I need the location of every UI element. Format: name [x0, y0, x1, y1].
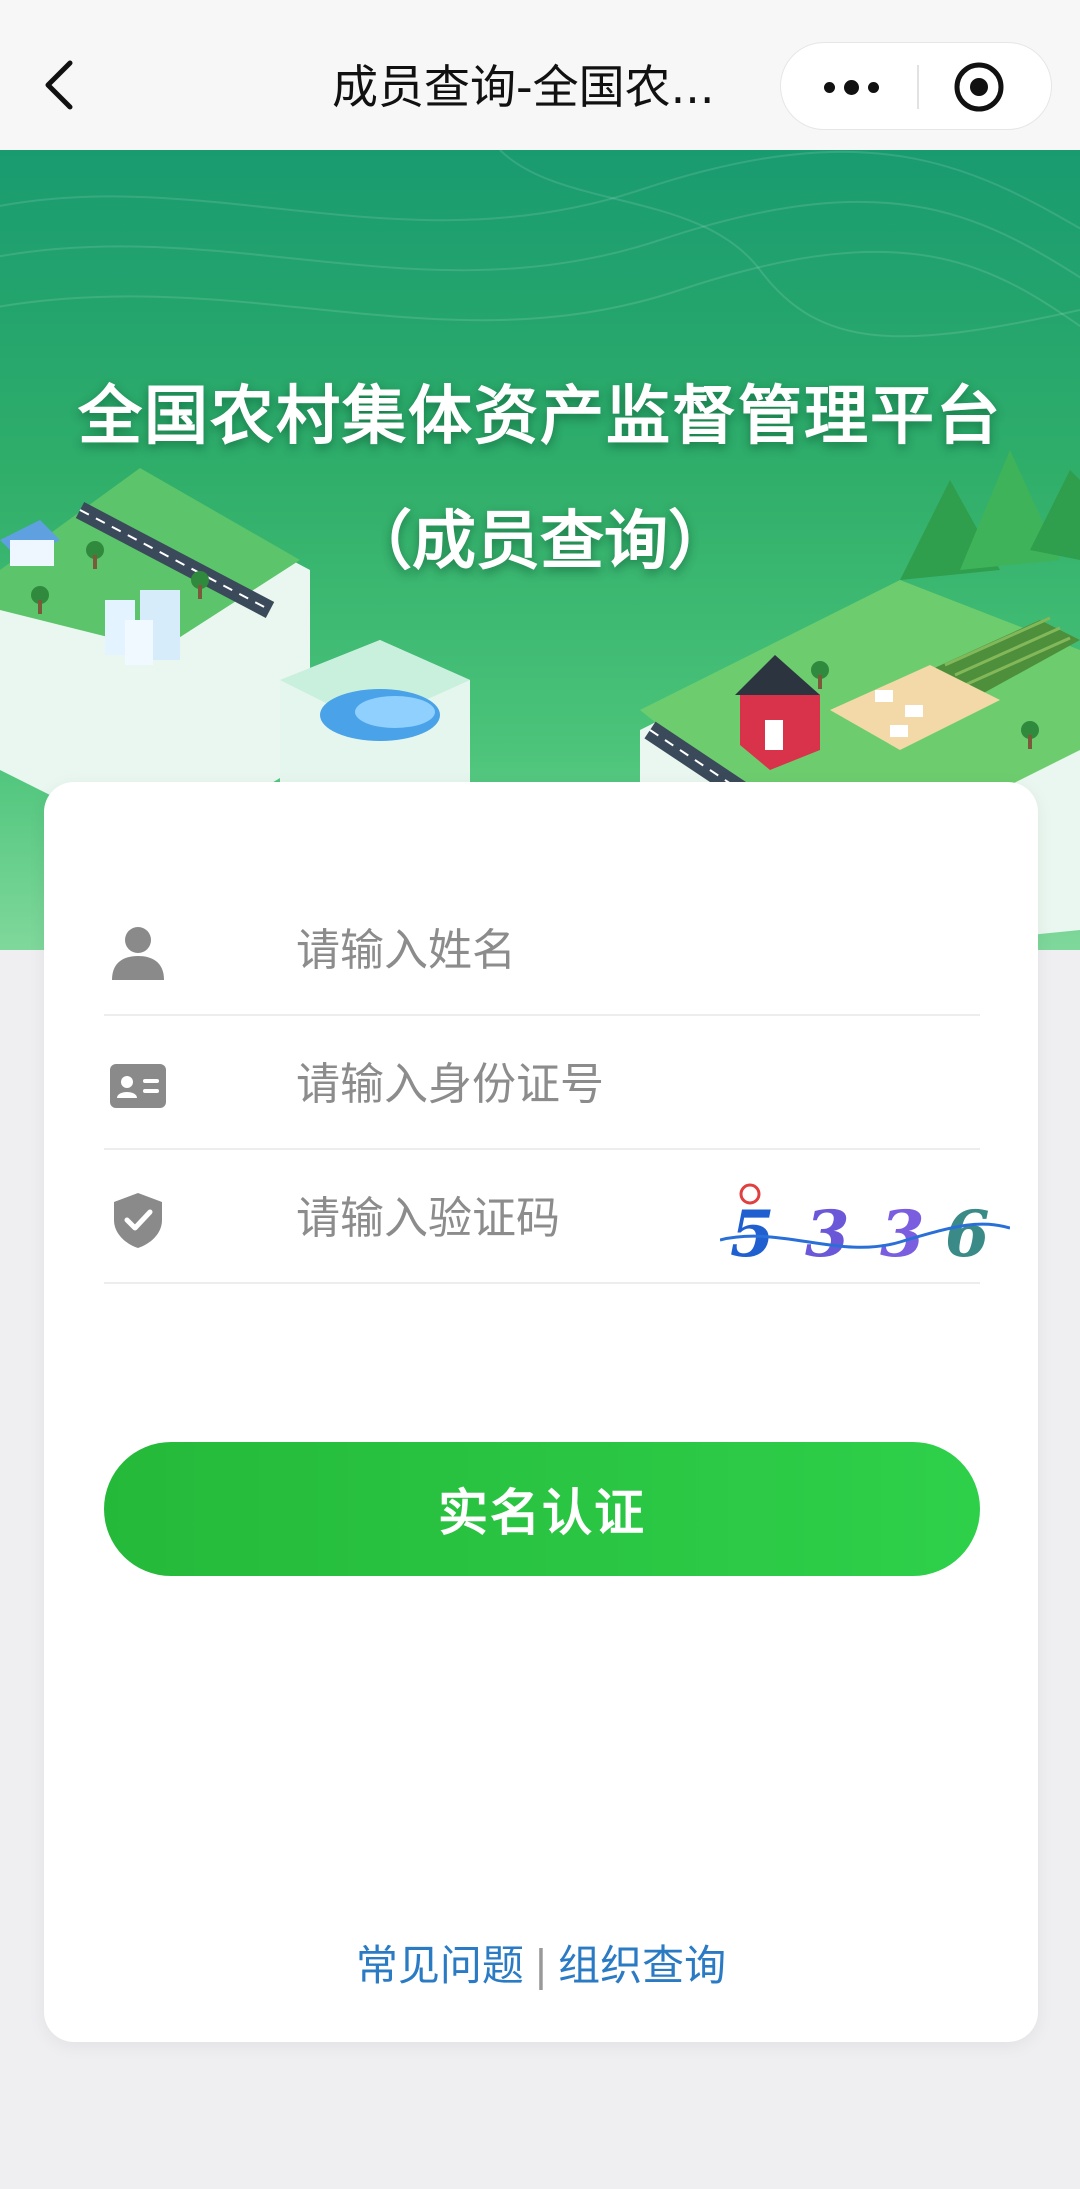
name-input[interactable]	[294, 912, 778, 988]
more-button[interactable]	[811, 43, 891, 131]
captcha-digit-2: 3	[805, 1197, 850, 1272]
verify-button[interactable]: 实名认证	[104, 1442, 980, 1576]
captcha-input[interactable]	[294, 1180, 698, 1256]
faq-link[interactable]: 常见问题	[356, 1941, 524, 1990]
link-separator: |	[533, 1941, 549, 1990]
back-button[interactable]	[30, 45, 90, 125]
captcha-image[interactable]: 5 3 3 6	[720, 1170, 1010, 1280]
navigation-bar: 成员查询-全国农...	[0, 0, 1080, 150]
page-title: 成员查询-全国农...	[332, 60, 715, 114]
more-dots-icon-center	[843, 79, 859, 95]
org-query-link[interactable]: 组织查询	[558, 1941, 726, 1990]
name-field-row	[104, 882, 980, 1016]
shield-check-icon	[114, 1193, 162, 1248]
target-circle-icon[interactable]	[953, 61, 1005, 113]
hero-subtitle: （成员查询）	[348, 505, 732, 579]
footer-links: 常见问题 | 组织查询	[44, 1932, 1038, 1993]
more-dots-icon-right	[867, 81, 879, 93]
captcha-digit-3: 3	[880, 1197, 925, 1272]
user-icon	[112, 927, 164, 980]
login-card: 5 3 3 6 实名认证 常见问题|组织查询	[44, 782, 1038, 2042]
menu-capsule	[780, 42, 1052, 130]
id-card-icon	[110, 1064, 166, 1108]
hero-title: 全国农村集体资产监督管理平台	[78, 380, 1002, 454]
id-field-row	[104, 1016, 980, 1150]
id-number-input[interactable]	[294, 1046, 778, 1122]
chevron-left-icon	[45, 60, 73, 110]
captcha-digit-1: 5	[730, 1197, 775, 1272]
more-dots-icon	[823, 81, 835, 93]
captcha-field-row: 5 3 3 6	[104, 1150, 1010, 1284]
captcha-digit-4: 6	[945, 1197, 990, 1272]
capsule-divider	[917, 65, 919, 109]
